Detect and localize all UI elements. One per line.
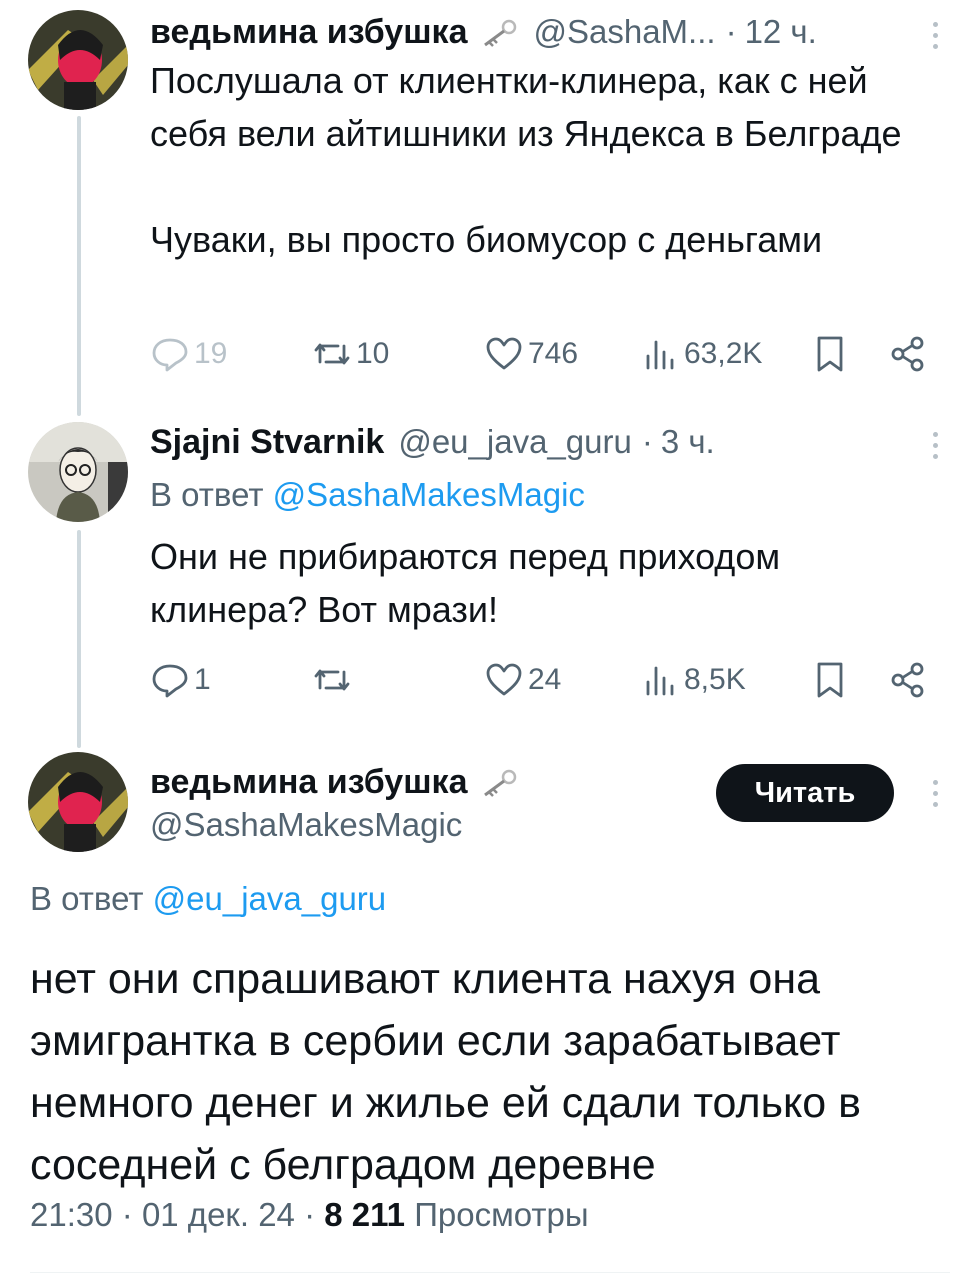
- views-button[interactable]: 8,5K: [640, 658, 746, 702]
- reply-button[interactable]: 1: [150, 658, 211, 702]
- tweet-text: Послушала от клиентки-клинера, как с ней…: [150, 60, 902, 260]
- action-bar: 19 10 746 63,2K: [150, 332, 940, 376]
- action-bar: 1 24 8,5K: [150, 658, 940, 702]
- separator: ·: [121, 1196, 133, 1233]
- like-icon: [486, 337, 522, 370]
- views-count: 63,2K: [684, 337, 763, 370]
- more-icon[interactable]: [930, 22, 940, 49]
- reply-count: 1: [194, 663, 211, 696]
- tweet-header: Sjajni Stvarnik @eu_java_guru · 3 ч.: [150, 422, 940, 462]
- timestamp[interactable]: 12 ч.: [745, 13, 817, 51]
- author-name[interactable]: ведьмина избушка: [150, 13, 467, 52]
- post-time[interactable]: 21:30: [30, 1196, 113, 1233]
- separator: ·: [641, 423, 653, 460]
- reply-prefix: В ответ: [30, 880, 144, 917]
- share-button[interactable]: [888, 658, 928, 702]
- reply-context: В ответ @eu_java_guru: [30, 880, 386, 918]
- reply-icon: [152, 664, 188, 698]
- avatar[interactable]: [28, 422, 128, 522]
- post-date[interactable]: 01 дек. 24: [142, 1196, 295, 1233]
- timestamp[interactable]: 3 ч.: [661, 423, 715, 461]
- repost-button[interactable]: 10: [312, 332, 389, 376]
- follow-button[interactable]: Читать: [716, 764, 894, 822]
- views-count: 8,5K: [684, 663, 746, 696]
- views-icon: [646, 666, 674, 696]
- views-button[interactable]: 63,2K: [640, 332, 762, 376]
- bookmark-button[interactable]: [810, 658, 850, 702]
- more-icon[interactable]: [930, 780, 940, 807]
- thread-line: [77, 530, 81, 748]
- views-label: Просмотры: [414, 1196, 589, 1233]
- avatar[interactable]: [28, 10, 128, 110]
- like-button[interactable]: 24: [484, 658, 561, 702]
- tweet-text: нет они спрашивают клиента нахуя она эми…: [30, 955, 862, 1189]
- reply-prefix: В ответ: [150, 476, 264, 513]
- more-icon[interactable]: [930, 432, 940, 459]
- author-handle[interactable]: @eu_java_guru: [398, 423, 632, 461]
- repost-button[interactable]: [312, 658, 356, 702]
- author-handle[interactable]: @SashaM...: [533, 13, 715, 51]
- key-icon: [484, 769, 517, 797]
- bookmark-button[interactable]: [810, 332, 850, 376]
- reply-count: 19: [194, 337, 228, 370]
- like-count: 24: [528, 663, 562, 696]
- reply-context: В ответ @SashaMakesMagic: [150, 476, 585, 514]
- repost-icon: [314, 669, 350, 691]
- like-count: 746: [528, 337, 579, 370]
- tweet-header: ведьмина избушка @SashaM... · 12 ч.: [150, 12, 940, 52]
- like-icon: [486, 663, 522, 696]
- repost-icon: [314, 343, 350, 365]
- thread-line: [77, 116, 81, 416]
- share-button[interactable]: [888, 332, 928, 376]
- author-name[interactable]: ведьмина избушка: [150, 763, 467, 802]
- tweet-text: Они не прибираются перед приходом клинер…: [150, 536, 781, 630]
- reply-mention-link[interactable]: @eu_java_guru: [153, 880, 387, 917]
- bookmark-icon: [817, 336, 843, 372]
- views-icon: [646, 340, 674, 370]
- reply-button[interactable]: 19: [150, 332, 227, 376]
- avatar[interactable]: [28, 752, 128, 852]
- like-button[interactable]: 746: [484, 332, 578, 376]
- divider: [30, 1272, 950, 1273]
- separator: ·: [725, 13, 737, 50]
- share-icon: [891, 662, 924, 698]
- reply-icon: [152, 338, 188, 372]
- views-count: 8 211: [324, 1196, 406, 1233]
- repost-count: 10: [356, 337, 390, 370]
- tweet-meta: 21:30 · 01 дек. 24 · 8 211 Просмотры: [30, 1196, 589, 1234]
- reply-mention-link[interactable]: @SashaMakesMagic: [273, 476, 585, 513]
- author-name[interactable]: Sjajni Stvarnik: [150, 423, 384, 462]
- tweet-1: ведьмина избушка @SashaM... · 12 ч. Посл…: [0, 0, 980, 416]
- share-icon: [891, 336, 924, 372]
- bookmark-icon: [817, 662, 843, 698]
- author-handle[interactable]: @SashaMakesMagic: [150, 806, 462, 844]
- key-icon: [484, 19, 517, 47]
- separator: ·: [304, 1196, 316, 1233]
